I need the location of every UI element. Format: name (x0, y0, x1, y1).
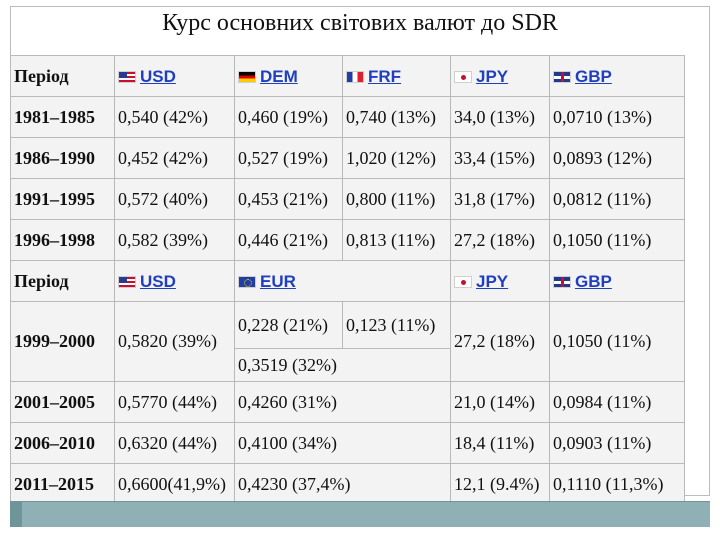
currency-header-jpy: JPY (450, 55, 550, 97)
frf-value: 0,740 (13%) (342, 96, 451, 138)
jpy-value: 34,0 (13%) (450, 96, 550, 138)
dem-value: 0,460 (19%) (234, 96, 343, 138)
jpy-link[interactable]: JPY (476, 67, 508, 86)
usd-link[interactable]: USD (140, 272, 176, 291)
fr-flag-icon (346, 70, 364, 83)
eur-value: 0,4100 (34%) (234, 422, 451, 464)
gbp-value: 0,1110 (11,3%) (549, 463, 685, 505)
eu-flag-icon (238, 275, 256, 288)
jpy-link[interactable]: JPY (476, 272, 508, 291)
jp-flag-icon (454, 275, 472, 288)
table-row: 1991–1995 0,572 (40%) 0,453 (21%) 0,800 … (10, 178, 685, 220)
jpy-value: 12,1 (9.4%) (450, 463, 550, 505)
eur-value: 0,4260 (31%) (234, 381, 451, 423)
sdr-rates-table: Період USD DEM FRF JPY GBP 1981–1985 0,5… (10, 55, 685, 505)
table-row: 2006–2010 0,6320 (44%) 0,4100 (34%) 18,4… (10, 422, 685, 464)
gbp-link[interactable]: GBP (575, 272, 612, 291)
frf-value: 1,020 (12%) (342, 137, 451, 179)
period-cell: 1999–2000 (10, 301, 115, 382)
eur-dem-share: 0,228 (21%) (234, 301, 343, 349)
gbp-value: 0,0903 (11%) (549, 422, 685, 464)
usd-value: 0,6600(41,9%) (114, 463, 235, 505)
gb-flag-icon (553, 275, 571, 288)
gbp-value: 0,0710 (13%) (549, 96, 685, 138)
table-row: 1996–1998 0,582 (39%) 0,446 (21%) 0,813 … (10, 219, 685, 261)
table-row: 1986–1990 0,452 (42%) 0,527 (19%) 1,020 … (10, 137, 685, 179)
frf-value: 0,800 (11%) (342, 178, 451, 220)
period-cell: 2011–2015 (10, 463, 115, 505)
gbp-link[interactable]: GBP (575, 67, 612, 86)
footer-accent (10, 502, 22, 527)
dem-value: 0,446 (21%) (234, 219, 343, 261)
period-header: Період (10, 260, 115, 302)
period-cell: 1986–1990 (10, 137, 115, 179)
currency-header-usd: USD (114, 55, 235, 97)
de-flag-icon (238, 70, 256, 83)
gb-flag-icon (553, 70, 571, 83)
usd-value: 0,582 (39%) (114, 219, 235, 261)
currency-header-gbp: GBP (549, 260, 685, 302)
frf-value: 0,813 (11%) (342, 219, 451, 261)
currency-header-frf: FRF (342, 55, 451, 97)
eur-link[interactable]: EUR (260, 272, 296, 291)
currency-header-jpy: JPY (450, 260, 550, 302)
usd-value: 0,452 (42%) (114, 137, 235, 179)
gbp-value: 0,0984 (11%) (549, 381, 685, 423)
table-row: 2001–2005 0,5770 (44%) 0,4260 (31%) 21,0… (10, 381, 685, 423)
gbp-value: 0,0812 (11%) (549, 178, 685, 220)
frf-link[interactable]: FRF (368, 67, 401, 86)
jp-flag-icon (454, 70, 472, 83)
table-row: 1981–1985 0,540 (42%) 0,460 (19%) 0,740 … (10, 96, 685, 138)
period-cell: 1981–1985 (10, 96, 115, 138)
period-cell: 2001–2005 (10, 381, 115, 423)
table-header-row: Період USD DEM FRF JPY GBP (10, 55, 685, 97)
jpy-value: 33,4 (15%) (450, 137, 550, 179)
jpy-value: 27,2 (18%) (450, 301, 550, 382)
usd-value: 0,6320 (44%) (114, 422, 235, 464)
usd-value: 0,540 (42%) (114, 96, 235, 138)
table-row: 1999–2000 0,5820 (39%) 0,228 (21%) 0,123… (10, 301, 685, 382)
eur-frf-share: 0,123 (11%) (342, 301, 451, 349)
gbp-value: 0,0893 (12%) (549, 137, 685, 179)
usd-value: 0,572 (40%) (114, 178, 235, 220)
jpy-value: 18,4 (11%) (450, 422, 550, 464)
jpy-value: 21,0 (14%) (450, 381, 550, 423)
table-header-row: Період USD EUR JPY GBP (10, 260, 685, 302)
jpy-value: 31,8 (17%) (450, 178, 550, 220)
currency-header-eur: EUR (234, 260, 451, 302)
gbp-value: 0,1050 (11%) (549, 301, 685, 382)
currency-header-dem: DEM (234, 55, 343, 97)
period-cell: 1996–1998 (10, 219, 115, 261)
period-cell: 1991–1995 (10, 178, 115, 220)
currency-header-gbp: GBP (549, 55, 685, 97)
eur-value: 0,4230 (37,4%) (234, 463, 451, 505)
us-flag-icon (118, 275, 136, 288)
dem-link[interactable]: DEM (260, 67, 298, 86)
page-title: Курс основних світових валют до SDR (162, 10, 558, 36)
period-header: Період (10, 55, 115, 97)
dem-value: 0,453 (21%) (234, 178, 343, 220)
footer-bar (10, 501, 710, 527)
period-cell: 2006–2010 (10, 422, 115, 464)
us-flag-icon (118, 70, 136, 83)
eur-total-value: 0,3519 (32%) (234, 348, 451, 382)
usd-value: 0,5770 (44%) (114, 381, 235, 423)
gbp-value: 0,1050 (11%) (549, 219, 685, 261)
jpy-value: 27,2 (18%) (450, 219, 550, 261)
currency-header-usd: USD (114, 260, 235, 302)
dem-value: 0,527 (19%) (234, 137, 343, 179)
usd-link[interactable]: USD (140, 67, 176, 86)
table-row: 2011–2015 0,6600(41,9%) 0,4230 (37,4%) 1… (10, 463, 685, 505)
usd-value: 0,5820 (39%) (114, 301, 235, 382)
